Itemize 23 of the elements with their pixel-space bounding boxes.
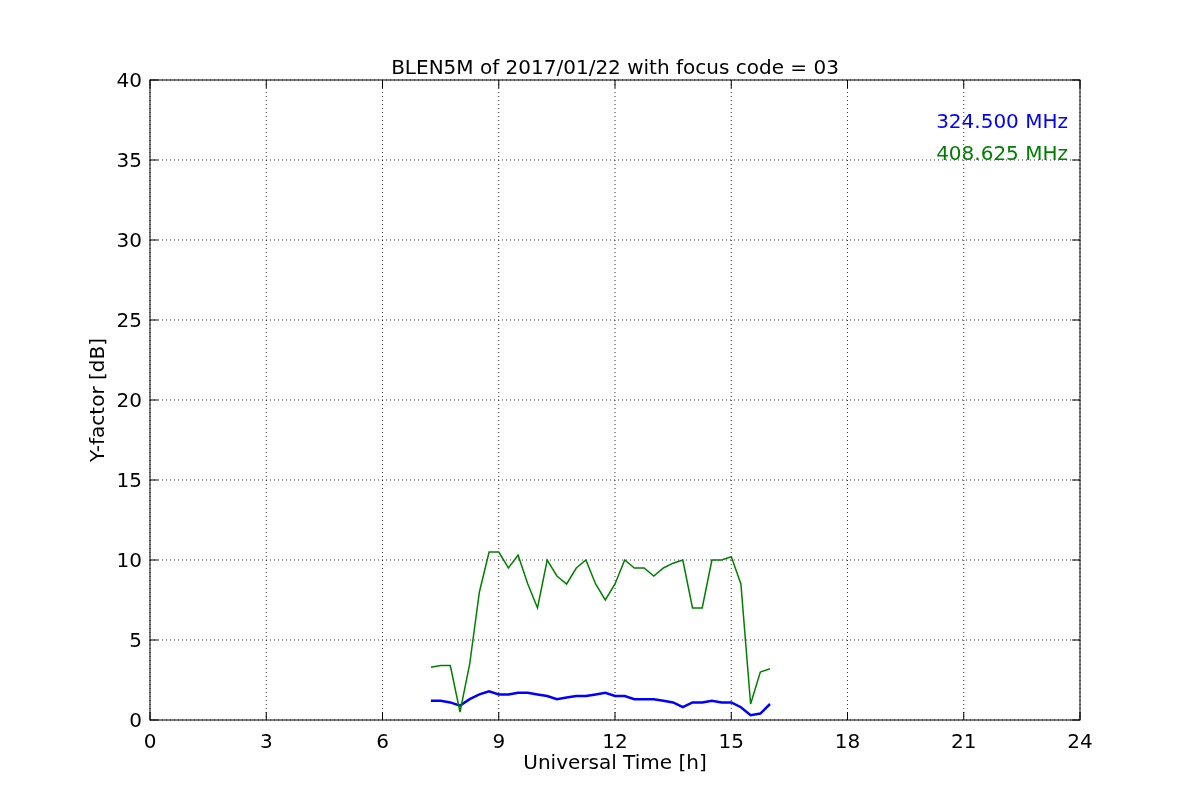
y-tick-label: 5 bbox=[129, 628, 142, 652]
x-tick-label: 3 bbox=[259, 729, 273, 753]
y-tick-label: 0 bbox=[129, 708, 142, 732]
x-axis-label: Universal Time [h] bbox=[523, 750, 707, 774]
x-tick-label: 6 bbox=[376, 729, 389, 753]
x-tick-label: 15 bbox=[718, 729, 744, 753]
x-tick-label: 18 bbox=[834, 729, 861, 753]
y-axis-label: Y-factor [dB] bbox=[85, 338, 109, 462]
x-tick-label: 9 bbox=[492, 729, 506, 753]
y-tick-label: 40 bbox=[116, 68, 142, 92]
y-tick-label: 35 bbox=[116, 148, 142, 172]
x-tick-label: 0 bbox=[143, 729, 157, 753]
x-tick-label: 12 bbox=[602, 729, 628, 753]
y-tick-label: 10 bbox=[116, 548, 142, 572]
chart-title: BLEN5M of 2017/01/22 with focus code = 03 bbox=[391, 55, 839, 79]
x-tick-label: 21 bbox=[951, 729, 977, 753]
legend-label: 408.625 MHz bbox=[936, 141, 1068, 165]
y-tick-label: 20 bbox=[116, 388, 142, 412]
y-tick-label: 30 bbox=[116, 228, 142, 252]
legend-label: 324.500 MHz bbox=[936, 109, 1068, 133]
x-tick-label: 24 bbox=[1067, 729, 1093, 753]
y-tick-label: 15 bbox=[116, 468, 142, 492]
y-tick-label: 25 bbox=[116, 308, 142, 332]
